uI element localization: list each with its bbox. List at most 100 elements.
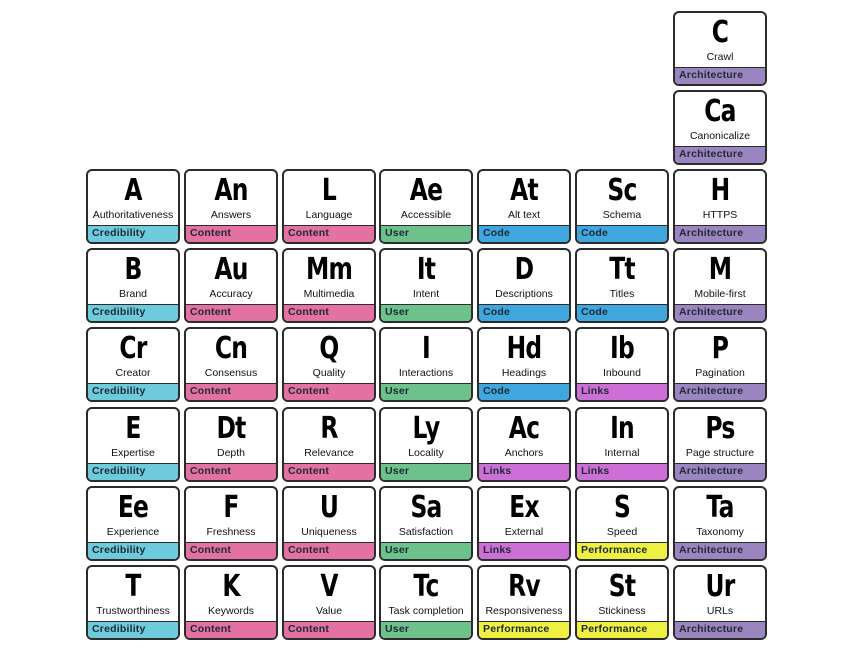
- element-name: Taxonomy: [696, 526, 744, 538]
- category-band: Content: [186, 463, 276, 480]
- element-name: Multimedia: [303, 288, 355, 300]
- element-symbol: Tt: [609, 252, 635, 287]
- element-name: Keywords: [207, 605, 255, 617]
- element-tile-schema: Sc Schema Code: [575, 169, 669, 244]
- element-symbol: Ur: [705, 569, 736, 604]
- element-tile-trustworthiness: T Trustworthiness Credibility: [86, 565, 180, 640]
- element-tile-inbound: Ib Inbound Links: [575, 327, 669, 402]
- element-name: Experience: [106, 526, 160, 538]
- element-tile-brand: B Brand Credibility: [86, 248, 180, 323]
- category-band: Code: [479, 225, 569, 242]
- element-name: Headings: [501, 367, 547, 379]
- category-band: Credibility: [88, 225, 178, 242]
- element-name: Expertise: [111, 447, 155, 459]
- category-band: Links: [479, 542, 569, 559]
- element-symbol: H: [710, 173, 731, 208]
- category-band: User: [381, 542, 471, 559]
- category-band: Content: [284, 383, 374, 400]
- element-name: Freshness: [206, 526, 256, 538]
- element-symbol: A: [124, 173, 142, 208]
- element-name: Relevance: [304, 447, 354, 459]
- element-symbol: K: [222, 569, 240, 604]
- category-band: User: [381, 225, 471, 242]
- category-band: User: [381, 304, 471, 321]
- element-name: Speed: [606, 526, 638, 538]
- periodic-table-grid: C Crawl Architecture Ca Canonicalize Architec…: [0, 0, 847, 654]
- element-tile-task-completion: Tc Task completion User: [379, 565, 473, 640]
- category-band: Architecture: [675, 463, 765, 480]
- element-symbol: S: [613, 490, 631, 525]
- element-symbol: Ac: [508, 411, 540, 446]
- element-name: Titles: [609, 288, 635, 300]
- element-symbol: Ae: [409, 173, 443, 208]
- element-tile-anchors: Ac Anchors Links: [477, 407, 571, 482]
- element-name: Answers: [210, 209, 252, 221]
- element-tile-taxonomy: Ta Taxonomy Architecture: [673, 486, 767, 561]
- element-symbol: Sa: [410, 490, 442, 525]
- element-symbol: Cr: [119, 331, 147, 366]
- element-name: Intent: [412, 288, 440, 300]
- element-name: Inbound: [603, 367, 641, 379]
- element-tile-keywords: K Keywords Content: [184, 565, 278, 640]
- category-band: Content: [284, 304, 374, 321]
- category-band: Content: [284, 542, 374, 559]
- category-band: Code: [577, 304, 667, 321]
- element-name: Consensus: [204, 367, 258, 379]
- category-band: Content: [186, 383, 276, 400]
- element-symbol: M: [708, 252, 732, 287]
- category-band: Architecture: [675, 542, 765, 559]
- element-symbol: It: [416, 252, 436, 287]
- element-name: Alt text: [507, 209, 541, 221]
- element-tile-depth: Dt Depth Content: [184, 407, 278, 482]
- element-tile-creator: Cr Creator Credibility: [86, 327, 180, 402]
- element-tile-expertise: E Expertise Credibility: [86, 407, 180, 482]
- element-symbol: Ta: [706, 490, 734, 525]
- element-symbol: Sc: [607, 173, 637, 208]
- element-tile-pagination: P Pagination Architecture: [673, 327, 767, 402]
- category-band: Content: [186, 542, 276, 559]
- category-band: Architecture: [675, 621, 765, 638]
- element-name: Brand: [118, 288, 148, 300]
- element-name: Descriptions: [495, 288, 553, 300]
- category-band: Credibility: [88, 463, 178, 480]
- element-symbol: Q: [319, 331, 339, 366]
- element-symbol: St: [608, 569, 636, 604]
- element-name: Satisfaction: [398, 526, 454, 538]
- element-symbol: T: [125, 569, 141, 604]
- element-tile-language: L Language Content: [282, 169, 376, 244]
- element-tile-satisfaction: Sa Satisfaction User: [379, 486, 473, 561]
- element-tile-uniqueness: U Uniqueness Content: [282, 486, 376, 561]
- element-symbol: Au: [214, 252, 248, 287]
- element-symbol: Ps: [705, 411, 735, 446]
- category-band: Architecture: [675, 304, 765, 321]
- category-band: Code: [479, 304, 569, 321]
- category-band: Content: [284, 621, 374, 638]
- element-name: Anchors: [504, 447, 544, 459]
- element-tile-page-structure: Ps Page structure Architecture: [673, 407, 767, 482]
- element-tile-experience: Ee Experience Credibility: [86, 486, 180, 561]
- element-name: Responsiveness: [485, 605, 563, 617]
- element-symbol: V: [320, 569, 338, 604]
- element-name: Interactions: [398, 367, 454, 379]
- element-tile-interactions: I Interactions User: [379, 327, 473, 402]
- element-symbol: R: [320, 411, 338, 446]
- element-name: Task completion: [388, 605, 464, 617]
- category-band: Architecture: [675, 225, 765, 242]
- element-name: Mobile-first: [694, 288, 746, 300]
- element-symbol: Ex: [509, 490, 539, 525]
- category-band: Performance: [577, 542, 667, 559]
- category-band: Architecture: [675, 67, 765, 84]
- element-tile-quality: Q Quality Content: [282, 327, 376, 402]
- element-tile-freshness: F Freshness Content: [184, 486, 278, 561]
- element-tile-locality: Ly Locality User: [379, 407, 473, 482]
- element-tile-responsiveness: Rv Responsiveness Performance: [477, 565, 571, 640]
- element-symbol: B: [124, 252, 142, 287]
- element-name: Page structure: [685, 447, 755, 459]
- category-band: Content: [284, 463, 374, 480]
- element-name: Schema: [602, 209, 642, 221]
- element-name: Trustworthiness: [96, 605, 170, 617]
- element-name: Creator: [115, 367, 151, 379]
- element-symbol: I: [422, 331, 431, 366]
- element-name: URLs: [706, 605, 734, 617]
- element-name: HTTPS: [702, 209, 738, 221]
